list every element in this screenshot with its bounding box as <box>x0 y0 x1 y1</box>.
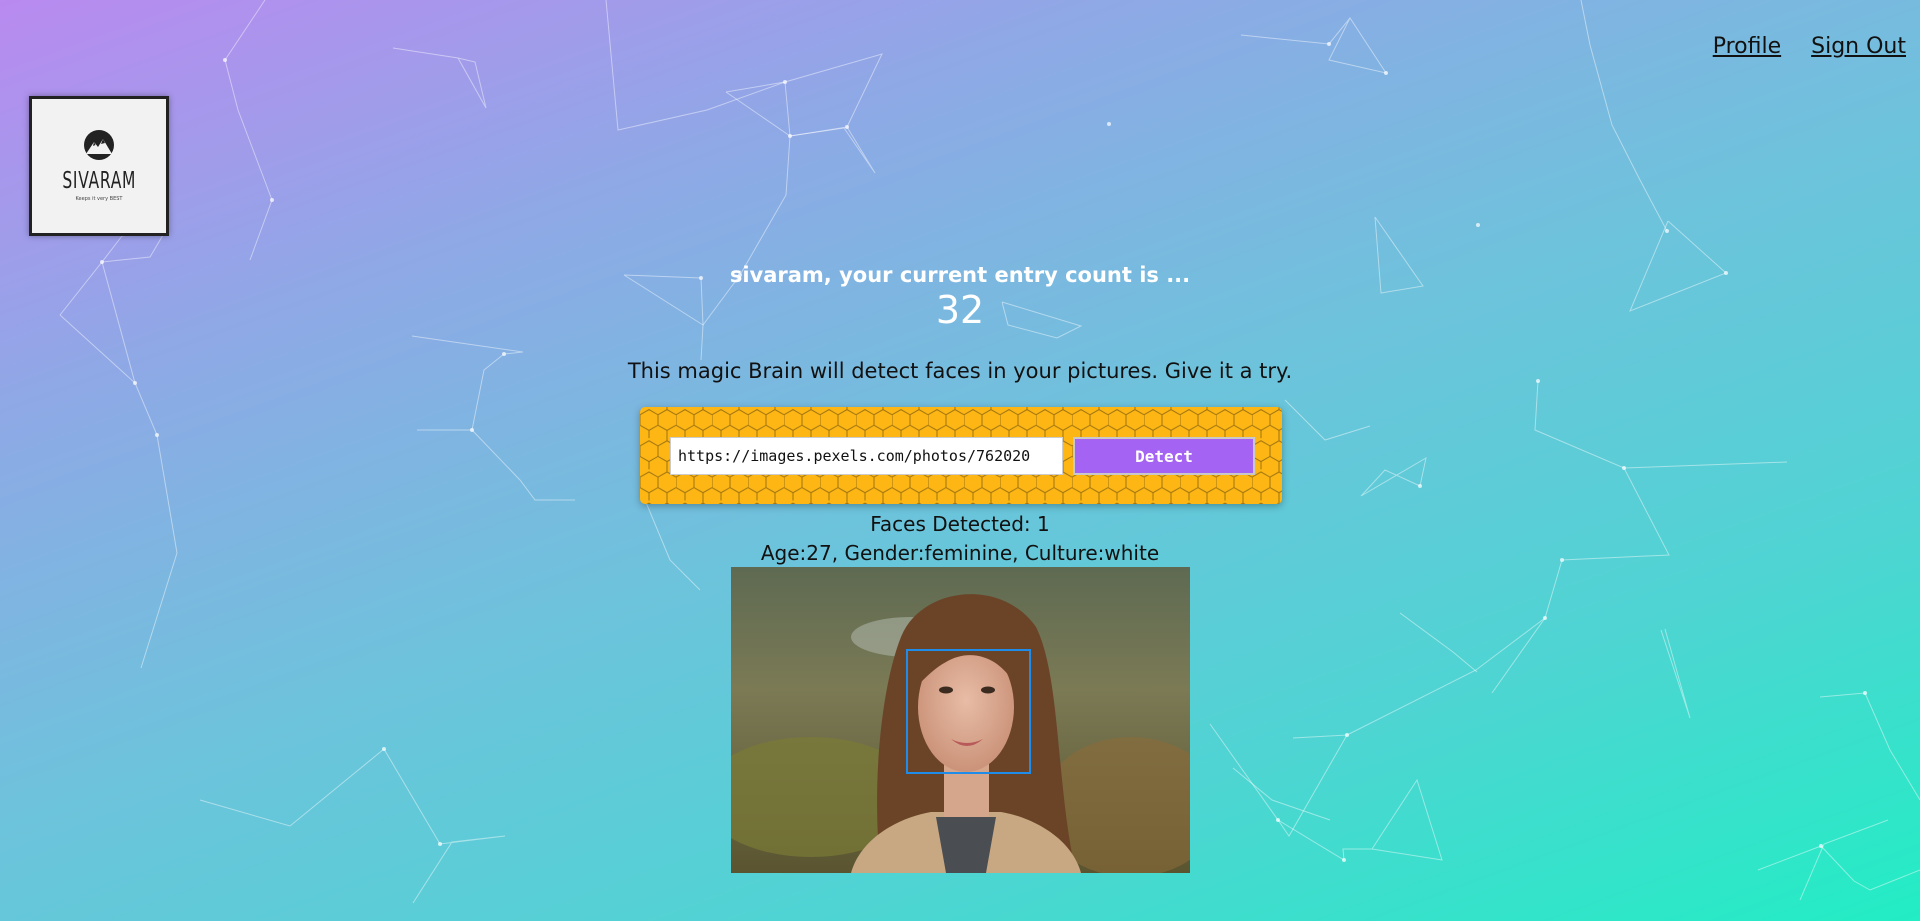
image-url-input[interactable] <box>670 437 1063 475</box>
page-tagline: This magic Brain will detect faces in yo… <box>627 359 1293 383</box>
entry-count-label: sivaram, your current entry count is ... <box>729 263 1191 287</box>
detect-button[interactable]: Detect <box>1073 437 1255 475</box>
logo-tagline: Keeps it very BEST <box>75 196 123 202</box>
faces-detected-count: Faces Detected: 1 <box>870 512 1050 536</box>
entry-count-value: 32 <box>935 288 985 332</box>
face-bounding-box <box>906 649 1031 774</box>
profile-link[interactable]: Profile <box>1713 34 1781 59</box>
logo-name: SIVARAM <box>62 168 136 194</box>
mountain-icon <box>84 130 114 160</box>
result-photo <box>731 567 1190 873</box>
sign-out-link[interactable]: Sign Out <box>1811 34 1906 59</box>
logo[interactable]: SIVARAM Keeps it very BEST <box>29 96 169 236</box>
top-nav: Profile Sign Out <box>1713 34 1906 59</box>
image-url-form: Detect <box>640 407 1282 504</box>
face-attributes: Age:27, Gender:feminine, Culture:white <box>760 541 1160 565</box>
